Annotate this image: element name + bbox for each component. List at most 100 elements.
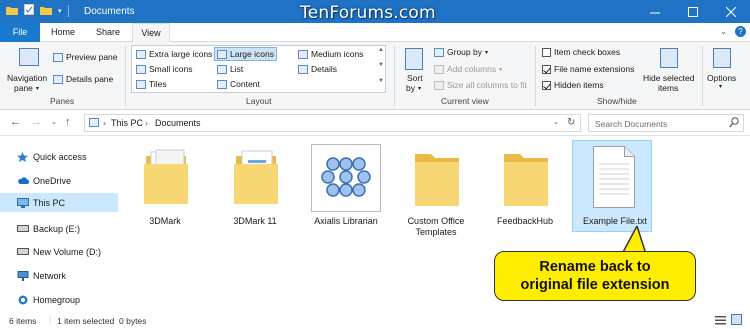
ribbon: Navigation pane ▾ Preview pane Details pa… [0,42,750,110]
sort-by-button[interactable]: Sort [407,73,423,83]
nav-item-network[interactable]: Network [0,266,118,285]
address-bar[interactable]: › This PC › Documents ⌄ ↻ [84,114,581,132]
file-name-extensions-checkbox[interactable] [542,64,551,74]
close-icon[interactable] [712,0,750,23]
nav-item-homegroup[interactable]: Homegroup [0,290,118,309]
nav-item-this-pc[interactable]: This PC [0,193,118,212]
nav-item-backup[interactable]: Backup (E:) [0,219,118,238]
layout-option-label: Content [230,79,260,89]
item-check-boxes-label: Item check boxes [554,47,621,57]
layout-extra-large-icons[interactable]: Extra large icons [136,49,212,59]
callout-line-1: Rename back to [539,259,651,275]
navigation-pane-label: pane ▾ [14,83,39,93]
tab-file[interactable]: File [0,23,40,42]
folder-icon [504,154,548,206]
layout-details[interactable]: Details [298,64,337,74]
divider [702,46,703,106]
list-icon [217,64,227,74]
up-arrow-icon[interactable]: ↑ [65,116,71,128]
layout-scroll-down-icon[interactable]: ▼ [378,62,384,68]
options-button[interactable]: Options [707,73,736,83]
drive-icon [17,247,29,257]
watermark: TenForums.com [300,3,436,23]
nav-item-onedrive[interactable]: OneDrive [0,171,118,190]
properties-icon[interactable] [24,4,34,17]
nav-item-label: Quick access [33,151,87,162]
file-name-extensions-toggle[interactable]: File name extensions [542,64,634,74]
details-view-icon[interactable] [715,315,726,327]
refresh-icon[interactable]: ↻ [567,117,575,128]
new-folder-icon[interactable] [40,5,52,17]
size-columns-button[interactable]: Size all columns to fit [434,80,527,90]
maximize-icon[interactable] [674,0,712,23]
address-row: ← → ⌄ ↑ › This PC › Documents ⌄ ↻ Search… [0,110,750,136]
annotation-callout: Rename back to original file extension [494,251,696,301]
layout-large-icons[interactable]: Large icons [214,47,277,61]
search-icon[interactable] [729,117,739,130]
tab-home[interactable]: Home [44,23,82,42]
window-title: Documents [84,6,135,17]
status-size: 0 bytes [119,316,147,326]
address-dropdown-icon[interactable]: ⌄ [553,118,559,126]
file-name: 3DMark [149,216,181,226]
layout-medium-icons[interactable]: Medium icons [298,49,363,59]
layout-list[interactable]: List [217,64,243,74]
file-name: Custom Office Templates [407,216,465,237]
group-by-button[interactable]: Group by ▾ [434,47,488,57]
details-pane-button[interactable]: Details pane [53,74,113,84]
breadcrumb-documents[interactable]: Documents [155,118,201,128]
sort-by-icon [405,48,423,70]
add-columns-button[interactable]: Add columns ▾ [434,64,502,74]
breadcrumb-separator: › [103,118,106,128]
options-dropdown-icon[interactable]: ▾ [719,83,722,90]
divider [394,46,395,106]
recent-locations-icon[interactable]: ⌄ [51,118,57,126]
status-bar: 6 items | 1 item selected 0 bytes [0,313,750,329]
customize-qat-icon[interactable]: ▾ [58,7,62,15]
preview-pane-label: Preview pane [66,52,118,62]
hide-selected-button[interactable]: Hide selected [643,73,695,83]
details-icon [298,64,308,74]
add-columns-icon [434,64,444,74]
search-input[interactable]: Search Documents [588,114,744,132]
divider: | [49,314,52,324]
layout-tiles[interactable]: Tiles [136,79,167,89]
hidden-items-checkbox[interactable] [542,80,551,90]
layout-scroll-up-icon[interactable]: ▲ [378,47,384,53]
item-check-boxes-toggle[interactable]: Item check boxes [542,47,620,57]
sort-by-label: by ▾ [406,83,421,93]
homegroup-icon [17,295,28,305]
tiles-icon [136,79,146,89]
large-icons-view-icon[interactable] [731,314,742,327]
folder-icon [6,5,18,17]
show-hide-group-label: Show/hide [597,96,637,106]
item-check-boxes-checkbox[interactable] [542,47,551,57]
expand-ribbon-icon[interactable]: ⌄ [720,27,727,36]
details-pane-icon [53,74,63,84]
nav-item-label: Backup (E:) [33,223,81,234]
folder-icon [415,154,459,206]
size-columns-label: Size all columns to fit [447,80,527,90]
back-arrow-icon[interactable]: ← [10,116,21,128]
help-icon[interactable]: ? [735,26,746,37]
layout-option-label: Small icons [149,64,193,74]
status-selected: 1 item selected [57,316,115,326]
minimize-icon[interactable] [636,0,674,23]
nav-item-label: New Volume (D:) [33,246,102,257]
nav-item-quick-access[interactable]: Quick access [0,147,118,166]
layout-content[interactable]: Content [217,79,260,89]
navigation-pane-button[interactable]: Navigation [7,73,47,83]
divider [125,46,126,106]
hidden-items-toggle[interactable]: Hidden items [542,80,604,90]
layout-option-label: Details [311,64,337,74]
options-icon [713,48,731,68]
layout-small-icons[interactable]: Small icons [136,64,192,74]
tab-view[interactable]: View [132,23,170,43]
preview-pane-button[interactable]: Preview pane [53,52,118,62]
group-by-label: Group by [447,47,482,57]
nav-item-new-volume[interactable]: New Volume (D:) [0,242,118,261]
breadcrumb-this-pc[interactable]: This PC [111,118,143,128]
layout-expand-icon[interactable]: ▼ [378,78,384,84]
tab-share[interactable]: Share [88,23,128,42]
forward-arrow-icon[interactable]: → [31,116,42,128]
